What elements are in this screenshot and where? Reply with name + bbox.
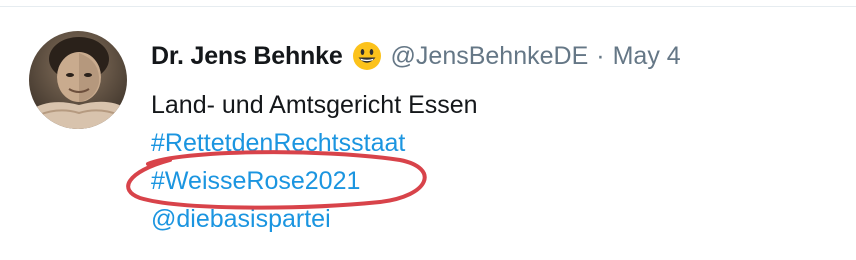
separator-dot: ·: [596, 41, 605, 70]
avatar-photo: [29, 31, 127, 129]
hashtag-link-rettetdenrechtsstaat[interactable]: #RettetdenRechtsstaat: [151, 129, 405, 157]
author-handle[interactable]: @JensBehnkeDE: [391, 42, 589, 71]
avatar[interactable]: [29, 31, 127, 129]
hashtag-link-weisserose2021[interactable]: #WeisseRose2021: [151, 167, 360, 195]
mention-link-diebasispartei[interactable]: @diebasispartei: [151, 205, 331, 233]
tweet-body: Land- und Amtsgericht Essen #RettetdenRe…: [151, 86, 831, 238]
grinning-face-icon: [352, 41, 382, 71]
tweet-text-line: Land- und Amtsgericht Essen: [151, 91, 478, 119]
top-divider: [0, 6, 856, 7]
author-name[interactable]: Dr. Jens Behnke: [151, 42, 343, 71]
tweet-date[interactable]: May 4: [613, 42, 681, 71]
tweet-header: Dr. Jens Behnke @JensBehnkeDE · May 4: [151, 38, 681, 74]
